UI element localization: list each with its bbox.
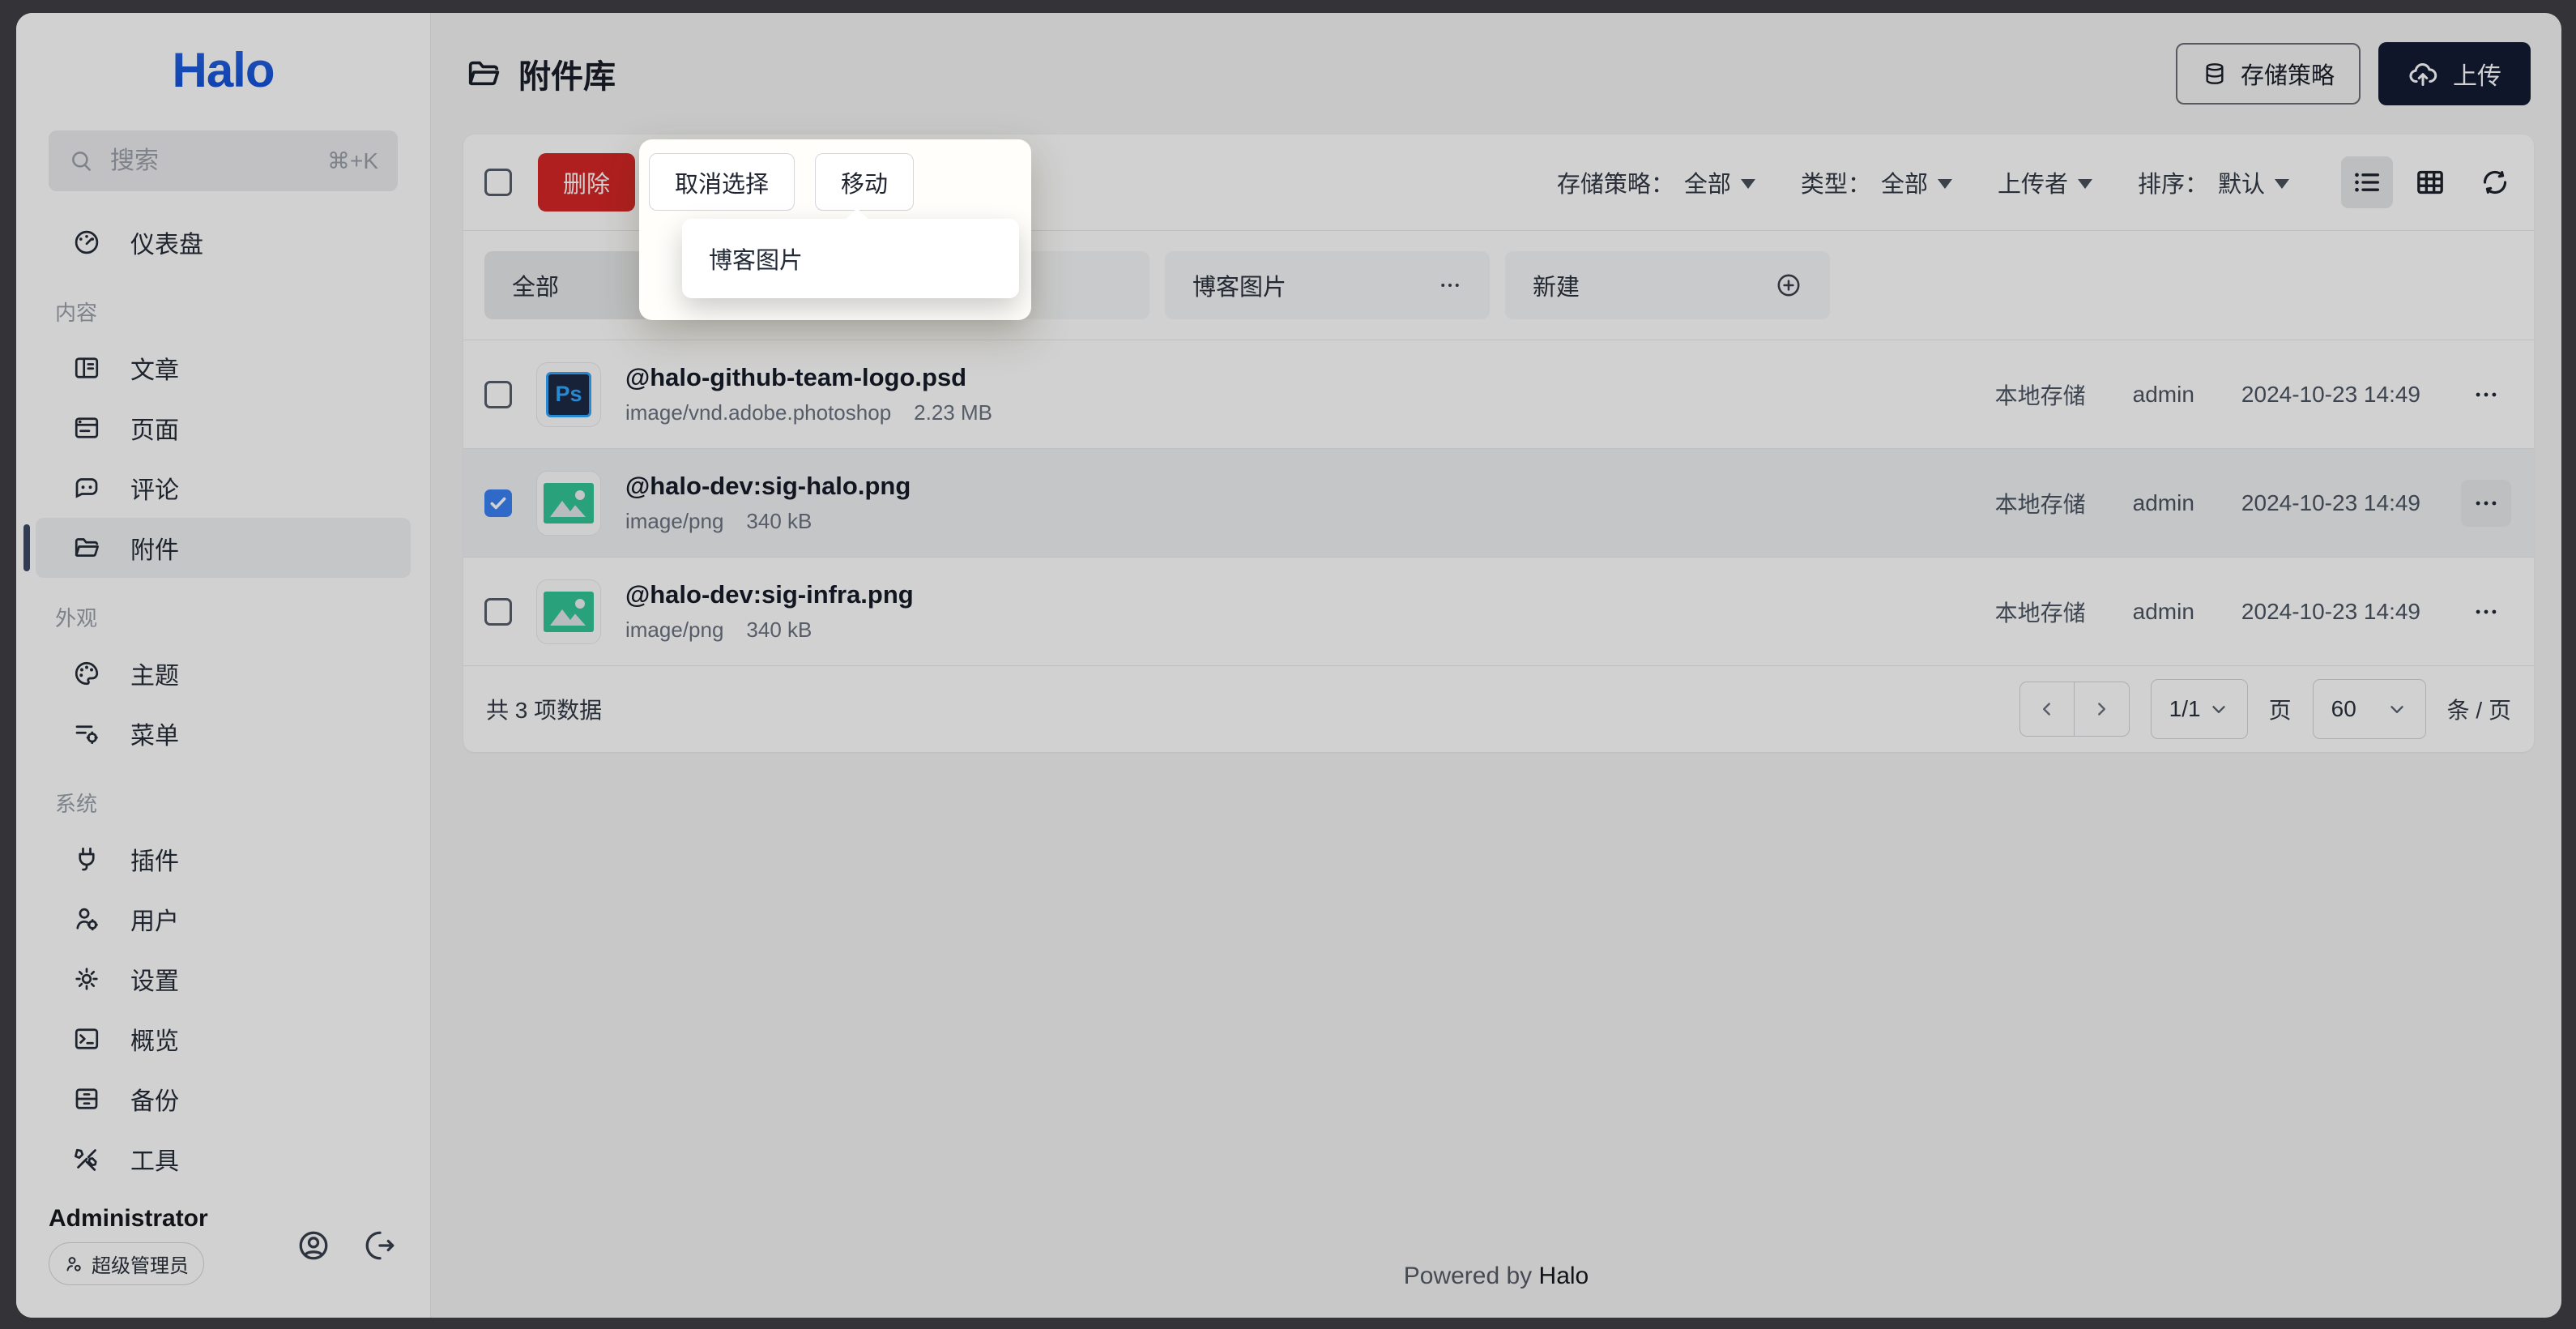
app-window: Halo ⌘+K 仪表盘 内容	[16, 13, 2561, 1318]
move-dropdown-menu: 博客图片	[682, 219, 1019, 298]
menu-item-blog-images[interactable]: 博客图片	[682, 241, 803, 276]
cancel-selection-button[interactable]: 取消选择	[649, 153, 795, 211]
dim-overlay	[16, 13, 2561, 1318]
desktop-frame: Halo ⌘+K 仪表盘 内容	[0, 0, 2576, 1329]
move-button[interactable]: 移动	[815, 153, 914, 211]
